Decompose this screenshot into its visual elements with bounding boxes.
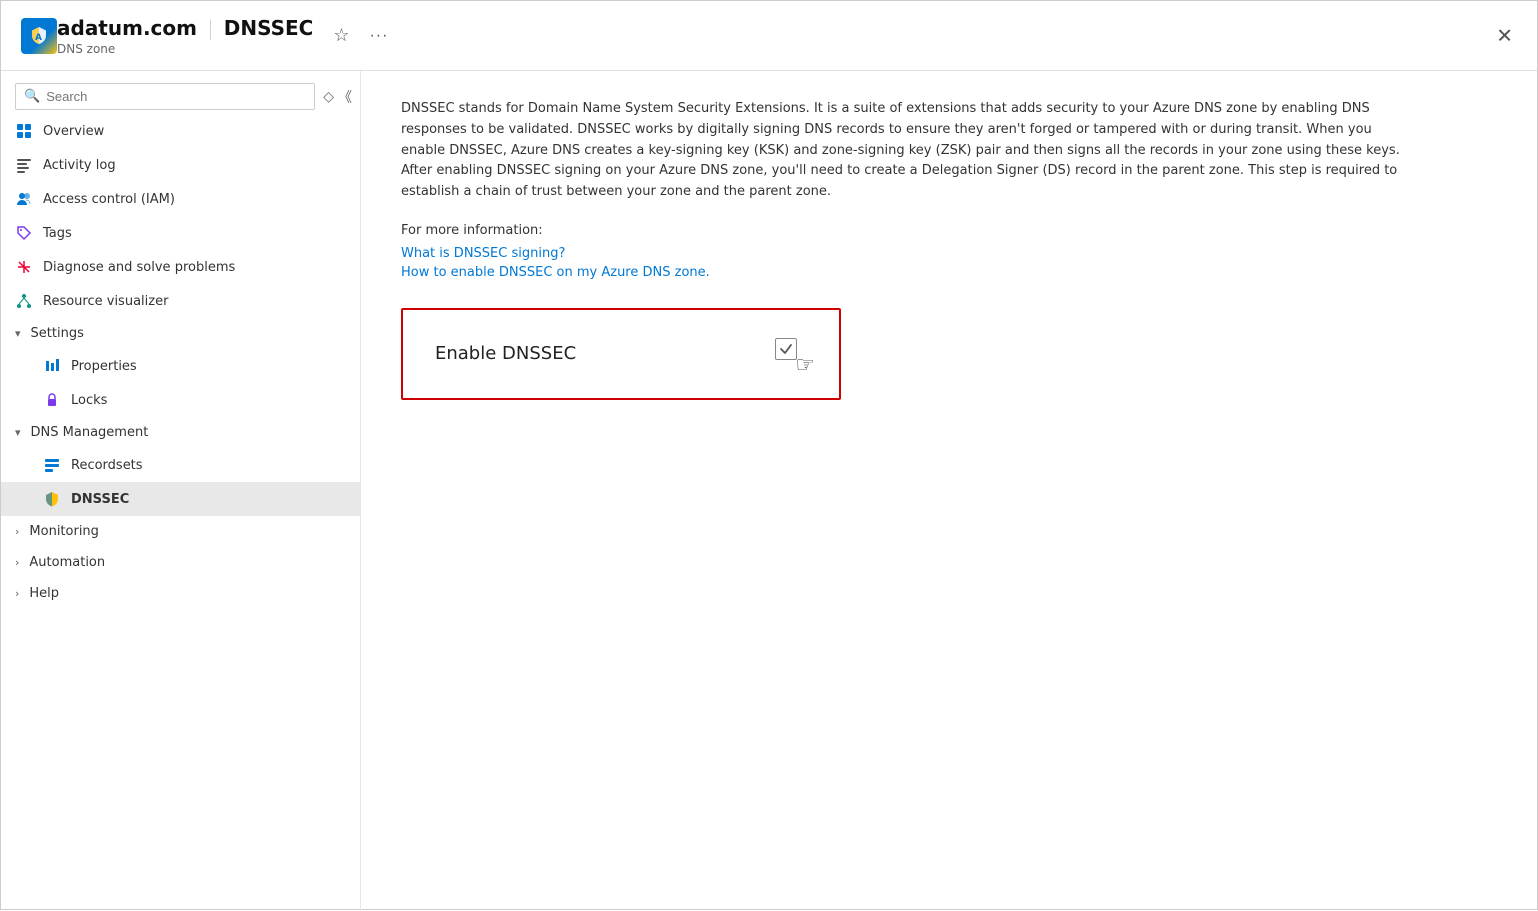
close-button[interactable]: ✕ (1496, 23, 1513, 48)
locks-label: Locks (71, 393, 107, 408)
link-how-to-enable[interactable]: How to enable DNSSEC on my Azure DNS zon… (401, 265, 1497, 280)
sidebar-item-tags[interactable]: Tags (1, 216, 360, 250)
tags-icon (15, 224, 33, 242)
settings-label: Settings (31, 326, 84, 341)
sidebar-item-locks[interactable]: Locks (1, 383, 360, 417)
checkmark-icon (779, 342, 793, 356)
iam-icon (15, 190, 33, 208)
automation-label: Automation (29, 555, 105, 570)
main-content: DNSSEC stands for Domain Name System Sec… (361, 71, 1537, 911)
recordsets-icon (43, 456, 61, 474)
dns-management-chevron: ▾ (15, 426, 21, 439)
enable-dnssec-card: Enable DNSSEC ☞ (401, 308, 841, 400)
settings-section-header[interactable]: ▾ Settings (1, 318, 360, 349)
diagnose-icon (15, 258, 33, 276)
sidebar-item-recordsets[interactable]: Recordsets (1, 448, 360, 482)
sidebar-item-properties[interactable]: Properties (1, 349, 360, 383)
automation-chevron: › (15, 556, 19, 569)
overview-label: Overview (43, 124, 104, 139)
dns-management-label: DNS Management (31, 425, 149, 440)
header-title: adatum.com | DNSSEC (57, 16, 313, 40)
layout: 🔍 ◇ 《 Overview Activity log Access contr… (1, 71, 1537, 911)
dns-management-section-header[interactable]: ▾ DNS Management (1, 417, 360, 448)
automation-section-header[interactable]: › Automation (1, 547, 360, 578)
help-section-header[interactable]: › Help (1, 578, 360, 609)
page-title: DNSSEC (224, 16, 314, 40)
help-label: Help (29, 586, 59, 601)
overview-icon (15, 122, 33, 140)
header: A adatum.com | DNSSEC DNS zone ☆ ··· ✕ (1, 1, 1537, 71)
search-input[interactable] (46, 89, 306, 104)
tags-label: Tags (43, 226, 72, 241)
resource-visualizer-icon (15, 292, 33, 310)
description-text: DNSSEC stands for Domain Name System Sec… (401, 99, 1401, 203)
enable-dnssec-checkbox[interactable] (775, 338, 797, 360)
sidebar-item-overview[interactable]: Overview (1, 114, 360, 148)
cursor-icon: ☞ (795, 353, 815, 378)
activity-log-icon (15, 156, 33, 174)
recordsets-label: Recordsets (71, 458, 143, 473)
locks-icon (43, 391, 61, 409)
enable-dnssec-checkbox-container: ☞ (775, 338, 807, 370)
properties-label: Properties (71, 359, 137, 374)
sidebar: 🔍 ◇ 《 Overview Activity log Access contr… (1, 71, 361, 911)
enable-dnssec-label: Enable DNSSEC (435, 343, 576, 364)
activity-log-label: Activity log (43, 158, 116, 173)
sidebar-item-activity-log[interactable]: Activity log (1, 148, 360, 182)
more-info-label: For more information: (401, 223, 1497, 238)
dnssec-icon (43, 490, 61, 508)
separator: | (207, 16, 214, 40)
settings-chevron: ▾ (15, 327, 21, 340)
search-row: 🔍 ◇ 《 (1, 83, 360, 110)
help-chevron: › (15, 587, 19, 600)
sidebar-item-iam[interactable]: Access control (IAM) (1, 182, 360, 216)
filter-button[interactable]: ◇ (323, 88, 334, 105)
header-subtitle: DNS zone (57, 42, 313, 56)
iam-label: Access control (IAM) (43, 192, 175, 207)
favorite-button[interactable]: ☆ (329, 23, 353, 48)
header-icons: ☆ ··· (329, 23, 392, 48)
search-wrapper: 🔍 (15, 83, 315, 110)
monitoring-section-header[interactable]: › Monitoring (1, 516, 360, 547)
diagnose-label: Diagnose and solve problems (43, 260, 235, 275)
monitoring-label: Monitoring (29, 524, 99, 539)
more-options-button[interactable]: ··· (365, 25, 392, 47)
sidebar-item-resource-visualizer[interactable]: Resource visualizer (1, 284, 360, 318)
monitoring-chevron: › (15, 525, 19, 538)
properties-icon (43, 357, 61, 375)
resource-visualizer-label: Resource visualizer (43, 294, 168, 309)
search-icon: 🔍 (24, 89, 40, 104)
sidebar-item-dnssec[interactable]: DNSSEC (1, 482, 360, 516)
collapse-button[interactable]: 《 (338, 87, 352, 107)
app-logo: A (21, 18, 57, 54)
dnssec-label: DNSSEC (71, 492, 129, 507)
svg-text:A: A (35, 33, 42, 43)
link-what-is-dnssec[interactable]: What is DNSSEC signing? (401, 246, 1497, 261)
domain-name: adatum.com (57, 16, 197, 40)
sidebar-item-diagnose[interactable]: Diagnose and solve problems (1, 250, 360, 284)
header-title-block: adatum.com | DNSSEC DNS zone (57, 16, 313, 56)
